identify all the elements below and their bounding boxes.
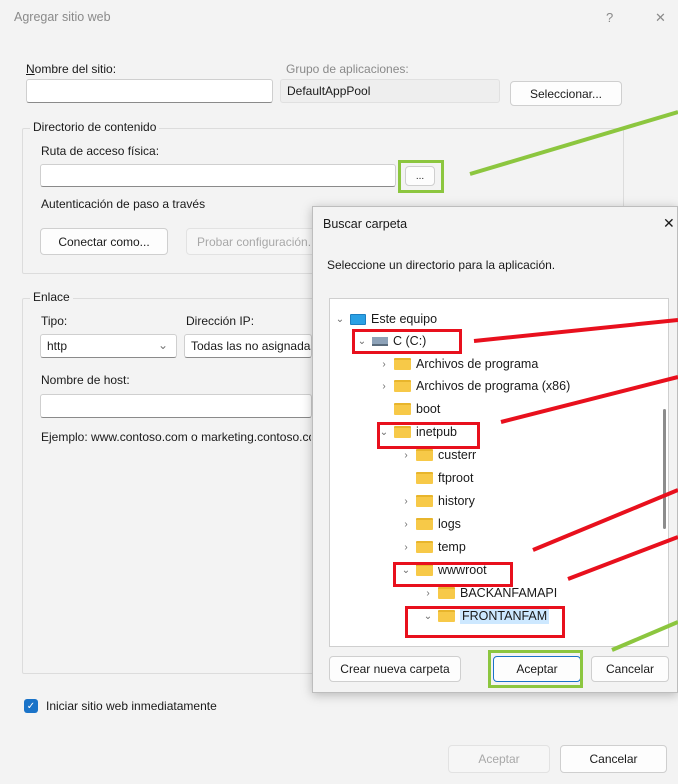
window-title: Agregar sitio web	[14, 10, 111, 24]
chevron-right-icon[interactable]: ›	[378, 359, 390, 370]
folder-icon	[416, 541, 433, 553]
host-name-input[interactable]	[40, 394, 312, 418]
tree-item-label: history	[438, 494, 475, 508]
folder-icon	[394, 403, 411, 415]
chevron-right-icon[interactable]: ›	[400, 496, 412, 507]
chevron-down-icon[interactable]: ⌄	[334, 314, 346, 325]
tree-item-label: BACKANFAMAPI	[460, 586, 558, 600]
tree-item-boot[interactable]: boot	[378, 398, 440, 420]
physical-path-label: Ruta de acceso física:	[41, 144, 160, 158]
dialog-cancel-button[interactable]: Cancelar	[591, 656, 669, 682]
folder-icon	[416, 518, 433, 530]
app-pool-field: DefaultAppPool	[280, 79, 500, 103]
new-folder-button[interactable]: Crear nueva carpeta	[329, 656, 461, 682]
type-label: Tipo:	[41, 314, 68, 328]
tree-item-archivos-de-programa-x86[interactable]: › Archivos de programa (x86)	[378, 375, 570, 397]
ip-value: Todas las no asignadas	[191, 339, 312, 353]
highlight-frontanfam	[405, 606, 565, 638]
start-immediately-label: Iniciar sitio web inmediatamente	[46, 699, 217, 713]
chevron-right-icon[interactable]: ›	[400, 519, 412, 530]
highlight-wwwroot	[393, 562, 513, 587]
tree-item-este-equipo[interactable]: ⌄ Este equipo	[334, 308, 437, 330]
app-pool-label: Grupo de aplicaciones:	[286, 62, 409, 76]
dialog-title: Buscar carpeta	[323, 217, 408, 231]
tree-item-label: Este equipo	[371, 312, 438, 326]
tree-item-label: boot	[416, 402, 441, 416]
help-icon[interactable]: ?	[606, 10, 613, 25]
chevron-right-icon[interactable]: ›	[422, 588, 434, 599]
host-name-label: Nombre de host:	[41, 373, 130, 387]
close-icon[interactable]: ✕	[655, 10, 666, 26]
chevron-right-icon[interactable]: ›	[378, 381, 390, 392]
pass-through-label: Autenticación de paso a través	[41, 197, 206, 211]
connect-as-button[interactable]: Conectar como...	[40, 228, 168, 255]
content-directory-label: Directorio de contenido	[30, 120, 160, 134]
cancel-button[interactable]: Cancelar	[560, 745, 667, 773]
highlight-inetpub	[377, 422, 480, 449]
dialog-close-icon[interactable]: ✕	[663, 215, 675, 232]
tree-item-label: Archivos de programa	[416, 357, 539, 371]
binding-label: Enlace	[30, 290, 73, 304]
tree-item-history[interactable]: › history	[400, 490, 475, 512]
ip-select[interactable]: Todas las no asignadas	[184, 334, 312, 358]
chevron-right-icon[interactable]: ›	[400, 542, 412, 553]
ok-button[interactable]: Aceptar	[448, 745, 550, 773]
new-folder-label: Crear nueva carpeta	[340, 662, 450, 676]
physical-path-input[interactable]	[40, 164, 396, 187]
select-app-pool-button[interactable]: Seleccionar...	[510, 81, 622, 106]
highlight-c-drive	[352, 329, 462, 354]
folder-icon	[416, 495, 433, 507]
chevron-down-icon: ⌄	[157, 338, 168, 352]
tree-item-ftproot[interactable]: ftproot	[400, 467, 473, 489]
tree-item-logs[interactable]: › logs	[400, 513, 461, 535]
checkmark-icon: ✓	[24, 699, 38, 713]
site-name-input[interactable]	[26, 79, 273, 103]
chevron-right-icon[interactable]: ›	[400, 450, 412, 461]
example-text: Ejemplo: www.contoso.com o marketing.con…	[41, 430, 311, 444]
type-value: http	[47, 339, 68, 353]
folder-icon	[438, 587, 455, 599]
type-select[interactable]: http ⌄	[40, 334, 177, 358]
tree-item-temp[interactable]: › temp	[400, 536, 466, 558]
folder-icon	[416, 472, 433, 484]
tree-item-label: ftproot	[438, 471, 474, 485]
folder-icon	[416, 449, 433, 461]
site-name-label-text: ombre del sitio:	[34, 62, 117, 76]
tree-item-archivos-de-programa[interactable]: › Archivos de programa	[378, 353, 538, 375]
site-name-label: Nombre del sitio:	[26, 62, 117, 76]
highlight-dialog-ok-button	[488, 650, 583, 688]
tree-scrollbar[interactable]	[663, 409, 666, 529]
folder-icon	[394, 380, 411, 392]
highlight-browse-button	[398, 160, 444, 193]
tree-item-label: custerr	[438, 448, 477, 462]
app-pool-value: DefaultAppPool	[287, 84, 371, 98]
tree-item-label: Archivos de programa (x86)	[416, 379, 571, 393]
start-immediately-checkbox[interactable]: ✓ Iniciar sitio web inmediatamente	[24, 699, 217, 713]
tree-item-label: logs	[438, 517, 461, 531]
ip-label: Dirección IP:	[186, 314, 255, 328]
tree-item-label: temp	[438, 540, 466, 554]
folder-icon	[394, 358, 411, 370]
dialog-prompt: Seleccione un directorio para la aplicac…	[327, 258, 556, 272]
pc-icon	[350, 313, 366, 325]
